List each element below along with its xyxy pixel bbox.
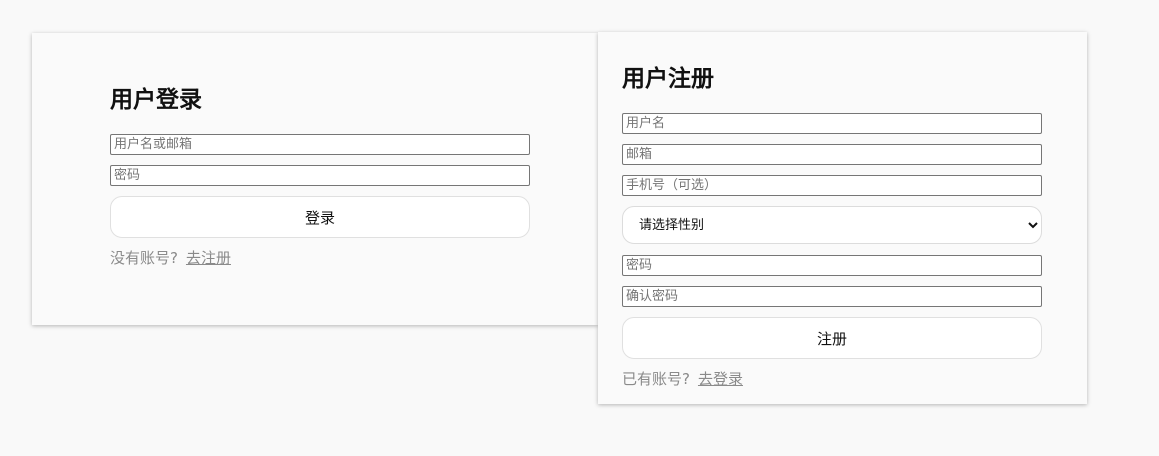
login-title: 用户登录 [110,87,202,113]
go-register-link[interactable]: 去注册 [186,249,231,267]
login-username-input[interactable] [110,134,530,155]
register-card: 用户注册 请选择性别 注册 已有账号? 去登录 [598,32,1087,404]
register-confirm-password-input[interactable] [622,286,1042,307]
register-title: 用户注册 [622,66,714,92]
register-switch-prompt: 已有账号? [622,370,690,388]
login-card: 用户登录 登录 没有账号? 去注册 [32,33,598,325]
login-button[interactable]: 登录 [110,196,530,238]
register-phone-input[interactable] [622,175,1042,196]
login-password-input[interactable] [110,165,530,186]
login-switch-prompt: 没有账号? [110,249,178,267]
register-password-input[interactable] [622,255,1042,276]
register-switch-text: 已有账号? 去登录 [622,369,743,389]
register-username-input[interactable] [622,113,1042,134]
register-email-input[interactable] [622,144,1042,165]
go-login-link[interactable]: 去登录 [698,370,743,388]
gender-select[interactable]: 请选择性别 [622,206,1042,244]
login-switch-text: 没有账号? 去注册 [110,248,231,268]
register-button[interactable]: 注册 [622,317,1042,359]
